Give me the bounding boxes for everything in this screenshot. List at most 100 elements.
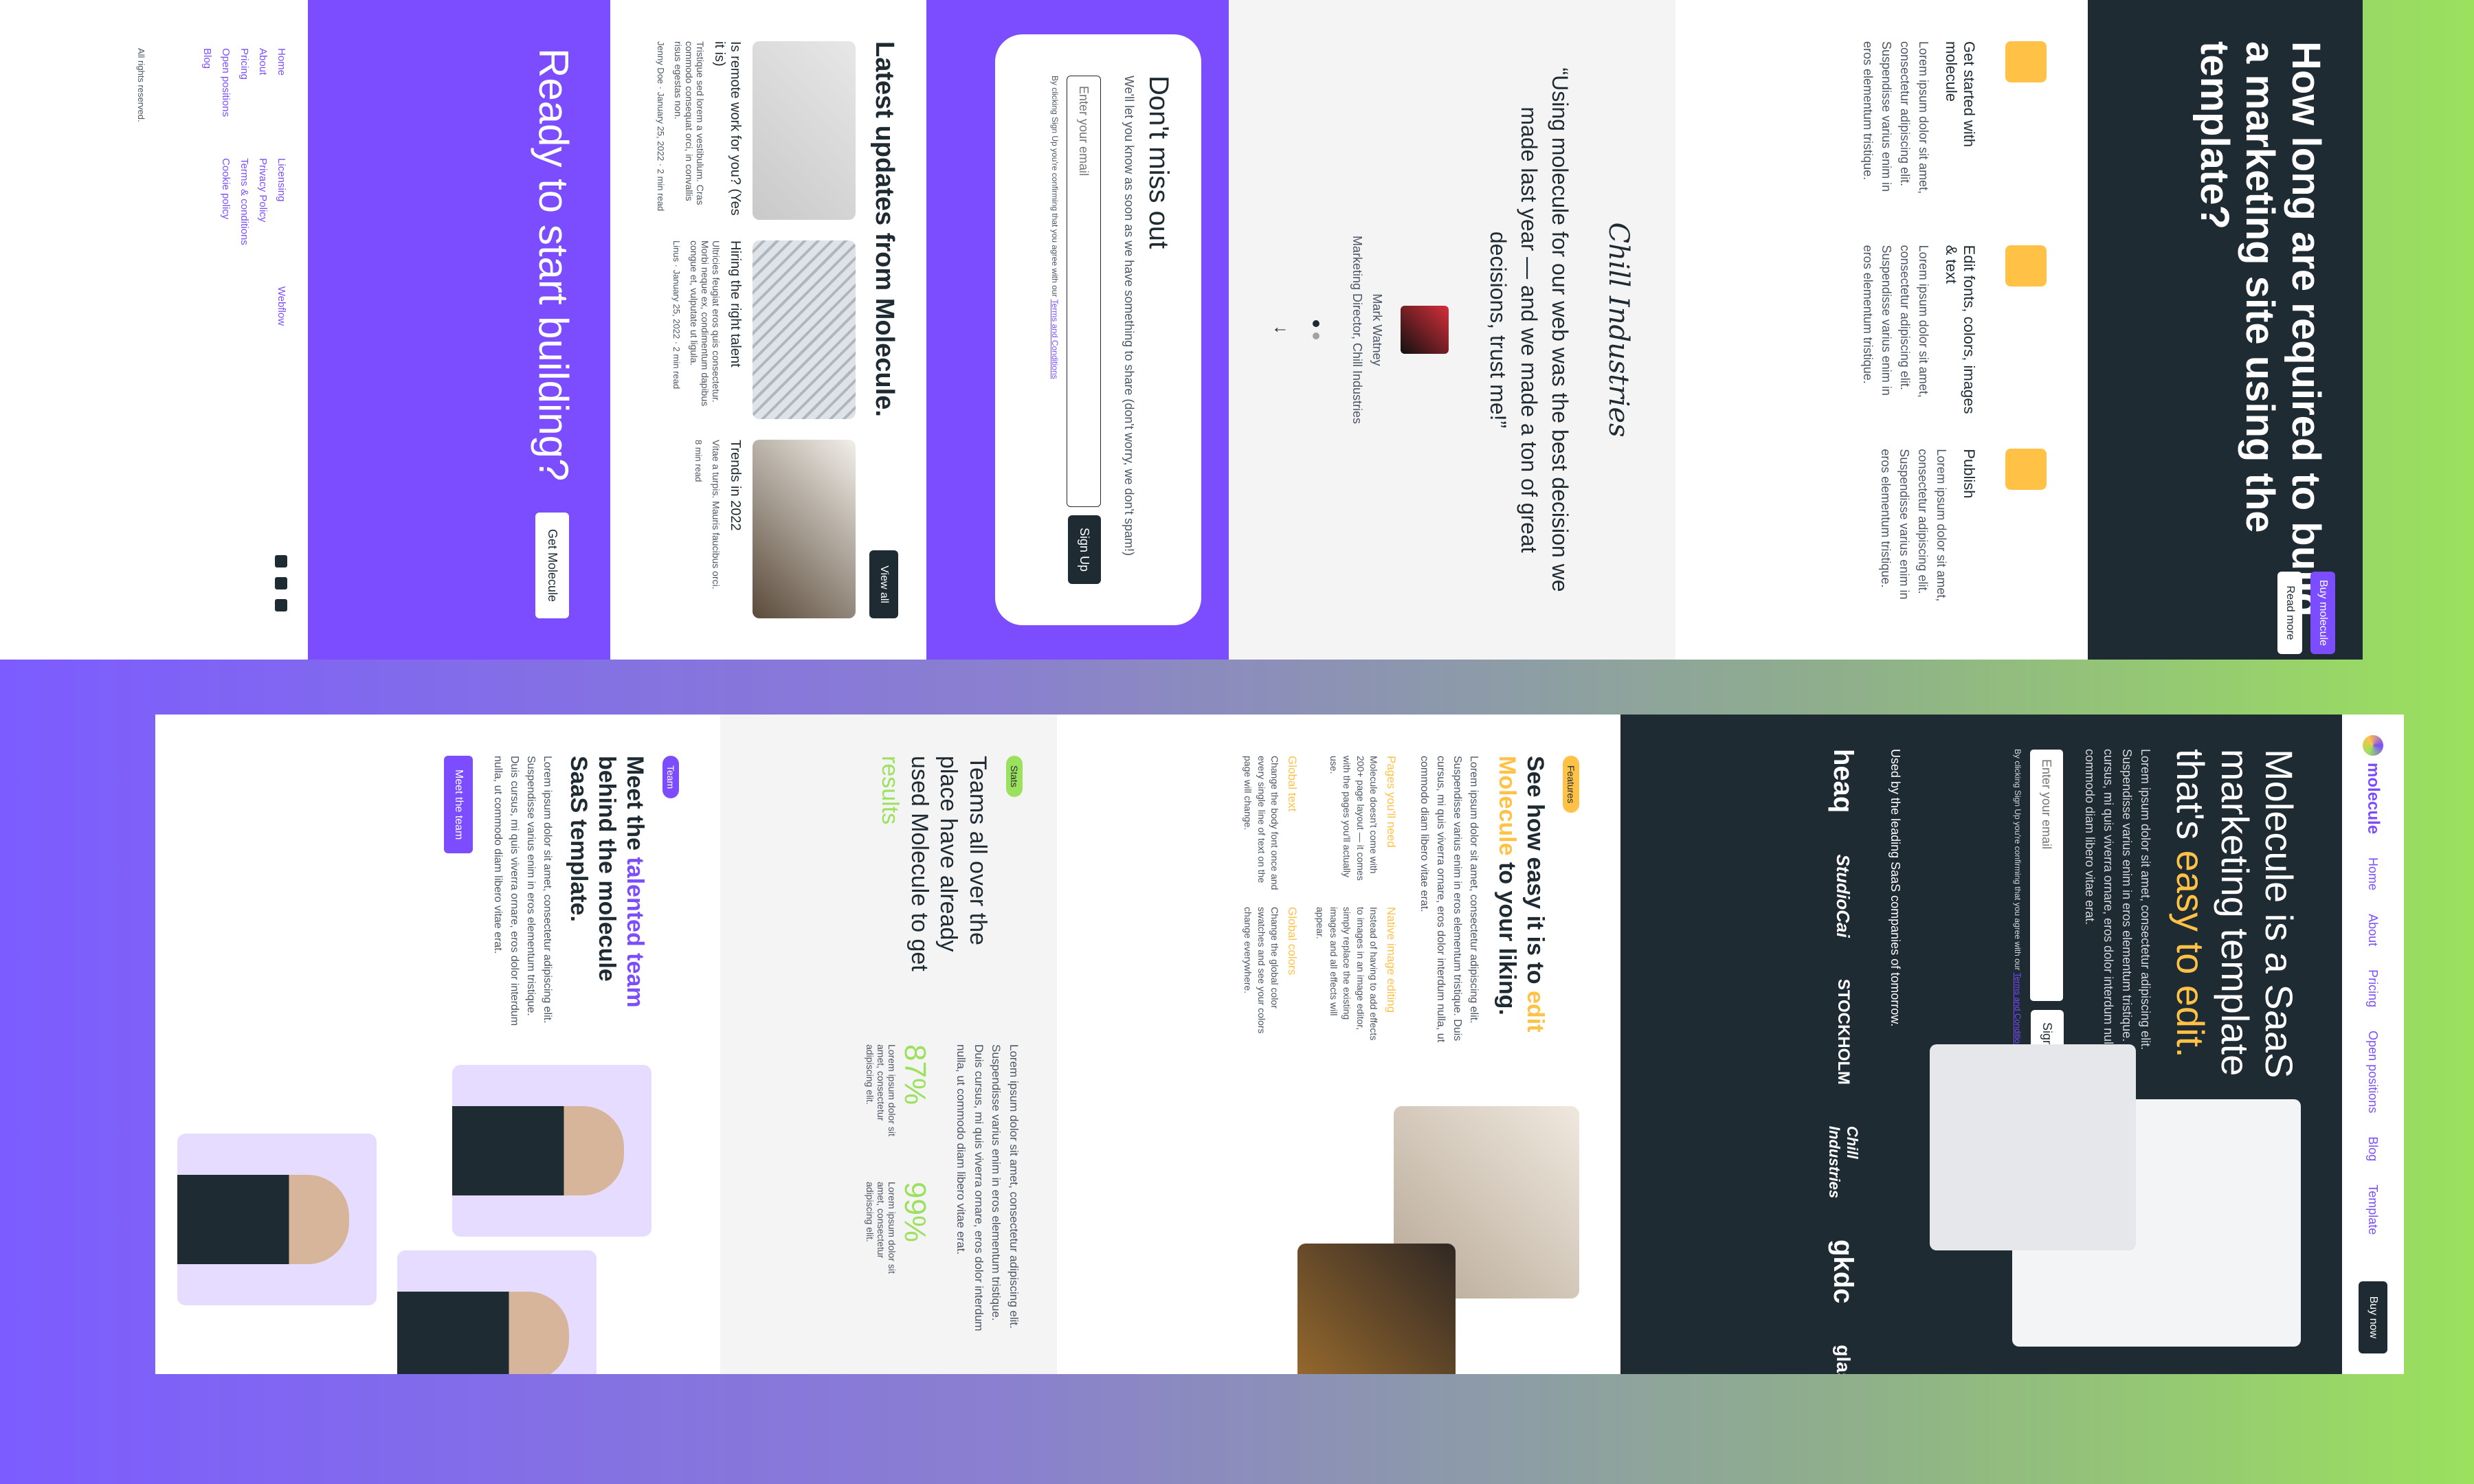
footer-link-open-positions[interactable]: Open positions	[220, 48, 232, 117]
post-image[interactable]	[753, 440, 856, 618]
post-image[interactable]	[753, 41, 856, 220]
slider-dot[interactable]	[1313, 333, 1320, 339]
footer-link-terms[interactable]: Terms & conditions	[238, 158, 250, 245]
stat-item: 99% Lorem ipsum dolor sit amet, consecte…	[865, 1182, 932, 1278]
arrow-down-icon[interactable]: ↓	[1271, 55, 1292, 605]
testimonial-quote: “Using molecule for our web was the best…	[1486, 67, 1572, 592]
step-card: Publish Lorem ipsum dolor sit amet, cons…	[1717, 449, 2047, 618]
post-excerpt: Ultricies feugiat eros quis consectetur.…	[689, 240, 722, 407]
footer-link-blog[interactable]: Blog	[201, 48, 213, 117]
logo-glassware: glassware	[1832, 1345, 1854, 1374]
team-member-photo	[452, 1065, 651, 1237]
feature-item: Native image editing Instead of having t…	[1313, 907, 1398, 1044]
blog-post[interactable]: Is remote work for you? (Yes it is) Tris…	[656, 41, 856, 220]
team-section: Team Meet the talented team behind the m…	[155, 715, 720, 1374]
stats-section: Stats Teams all over the place have alre…	[720, 715, 1057, 1374]
post-excerpt: Vitae a turpis. Mauris faucibus orci.	[711, 440, 722, 589]
feature-text: Molecule doesn't come with 200+ page lay…	[1328, 756, 1380, 881]
instagram-icon[interactable]	[275, 555, 287, 567]
twitter-icon[interactable]	[275, 577, 287, 589]
blog-post[interactable]: Hiring the right talent Ultricies feugia…	[656, 240, 856, 419]
nav-template[interactable]: Template	[2366, 1184, 2381, 1235]
team-heading-c: behind the molecule SaaS template.	[566, 756, 621, 982]
feature-text: Instead of having to add effects to imag…	[1315, 907, 1380, 1041]
stats-text: Lorem ipsum dolor sit amet, consectetur …	[955, 1044, 1021, 1331]
post-author: Jenny Doe	[656, 41, 666, 85]
read-more-tab[interactable]: Read more	[2277, 572, 2302, 654]
buy-now-button[interactable]: Buy now	[2359, 1281, 2387, 1353]
step-title: Edit fonts, colors, images & text	[1943, 245, 1978, 414]
features-images	[1098, 1086, 1579, 1374]
team-heading-a: Meet the	[622, 756, 648, 851]
nav-open-positions[interactable]: Open positions	[2366, 1031, 2381, 1113]
newsletter-section: Don't miss out We'll let you know as soo…	[926, 0, 1229, 660]
get-molecule-button[interactable]: Get Molecule	[535, 512, 569, 618]
footer-link-webflow[interactable]: Webflow	[276, 286, 287, 326]
post-meta: Jenny Doe · January 25, 2022 · 2 min rea…	[656, 41, 666, 212]
post-read-time: 8 min read	[693, 440, 704, 482]
logo-gkdc: gkdc	[1828, 1239, 1859, 1304]
buy-molecule-tab[interactable]: Buy molecule	[2310, 572, 2335, 654]
hero-terms-link[interactable]: Terms and Conditions	[2013, 973, 2022, 1053]
step-text: Lorem ipsum dolor sit amet, consectetur …	[1879, 449, 1948, 602]
footer-link-pricing[interactable]: Pricing	[238, 48, 250, 117]
nav-home[interactable]: Home	[2366, 857, 2381, 890]
blog-heading: Latest updates from Molecule.	[870, 41, 899, 417]
terms-link[interactable]: Terms and Conditions	[1050, 300, 1060, 379]
footer-link-licensing[interactable]: Licensing	[276, 158, 287, 245]
brand-logo[interactable]: molecule	[2363, 735, 2383, 834]
molecule-icon	[2363, 735, 2383, 756]
post-excerpt: Tristique sed lorem a vestibulum. Cras c…	[673, 41, 706, 205]
post-meta: Linus · January 25, 2022 · 2 min read	[671, 240, 682, 390]
newsletter-form: Sign Up	[1067, 76, 1101, 584]
post-read-time: 2 min read	[671, 346, 682, 390]
post-title[interactable]: Trends in 2022	[727, 440, 743, 618]
footer-col-legal: Licensing Privacy Policy Terms & conditi…	[150, 158, 287, 245]
email-field[interactable]	[1067, 76, 1101, 507]
publish-icon	[2005, 449, 2047, 491]
view-all-button[interactable]: View all	[869, 550, 899, 618]
app-mockup-secondary	[1930, 1044, 2136, 1250]
used-by-text: Used by the leading SaaS companies of to…	[1888, 749, 1902, 1027]
stat-number: 87%	[898, 1044, 932, 1105]
hero-note-text: By clicking Sign Up you're confirming th…	[2012, 749, 2022, 971]
feature-item: Global colors Change the global color sw…	[1241, 907, 1299, 1044]
team-member-photo	[397, 1250, 597, 1374]
hero-heading: Molecule is a SaaS marketing template th…	[2168, 749, 2301, 1106]
testimonial-name: Mark Watney	[1370, 293, 1384, 366]
hero-email-field[interactable]	[2029, 749, 2064, 1002]
footer-links: Home About Pricing Open positions Blog L…	[129, 0, 308, 660]
post-title[interactable]: Hiring the right talent	[727, 240, 743, 419]
nav-blog[interactable]: Blog	[2366, 1136, 2381, 1161]
stat-text: Lorem ipsum dolor sit amet, consectetur …	[865, 1182, 898, 1274]
sign-up-button[interactable]: Sign Up	[1068, 515, 1101, 584]
feature-title: Native image editing	[1385, 907, 1398, 1013]
team-member-photo	[177, 1134, 377, 1305]
nav-pricing[interactable]: Pricing	[2366, 969, 2381, 1007]
nav-about[interactable]: About	[2366, 914, 2381, 946]
stat-number: 99%	[898, 1182, 932, 1243]
step-text: Lorem ipsum dolor sit amet, consectetur …	[1861, 41, 1930, 194]
slider-dot[interactable]	[1313, 320, 1320, 327]
logo-chill-industries: Chill Industries	[1826, 1125, 1861, 1199]
post-title[interactable]: Is remote work for you? (Yes it is)	[711, 41, 743, 220]
footer-link-about[interactable]: About	[257, 48, 269, 117]
footer-link-cookie[interactable]: Cookie policy	[220, 158, 232, 245]
features-heading-a: See how easy it is to	[1522, 756, 1548, 985]
newsletter-heading: Don't miss out	[1144, 76, 1174, 249]
slider-dots[interactable]	[1313, 55, 1320, 605]
features-heading-b: edit	[1522, 991, 1548, 1033]
footer-link-home[interactable]: Home	[276, 48, 287, 117]
blog-post[interactable]: Trends in 2022 Vitae a turpis. Mauris fa…	[656, 440, 856, 618]
newsletter-text: We'll let you know as soon as we have so…	[1122, 76, 1136, 556]
blog-posts: Is remote work for you? (Yes it is) Tris…	[656, 41, 856, 618]
footer-section: Ready to start building? Get Molecule Ho…	[129, 0, 610, 660]
facebook-icon[interactable]	[275, 599, 287, 611]
signup-note-text: By clicking Sign Up you're confirming th…	[1050, 76, 1060, 297]
testimonial-section: Chill Industries “Using molecule for our…	[1229, 0, 1675, 660]
meet-team-button[interactable]: Meet the team	[443, 756, 473, 854]
footer-link-privacy[interactable]: Privacy Policy	[257, 158, 269, 245]
stats-heading-b: results	[877, 756, 904, 825]
social-icons	[150, 555, 287, 611]
post-image[interactable]	[753, 240, 856, 419]
